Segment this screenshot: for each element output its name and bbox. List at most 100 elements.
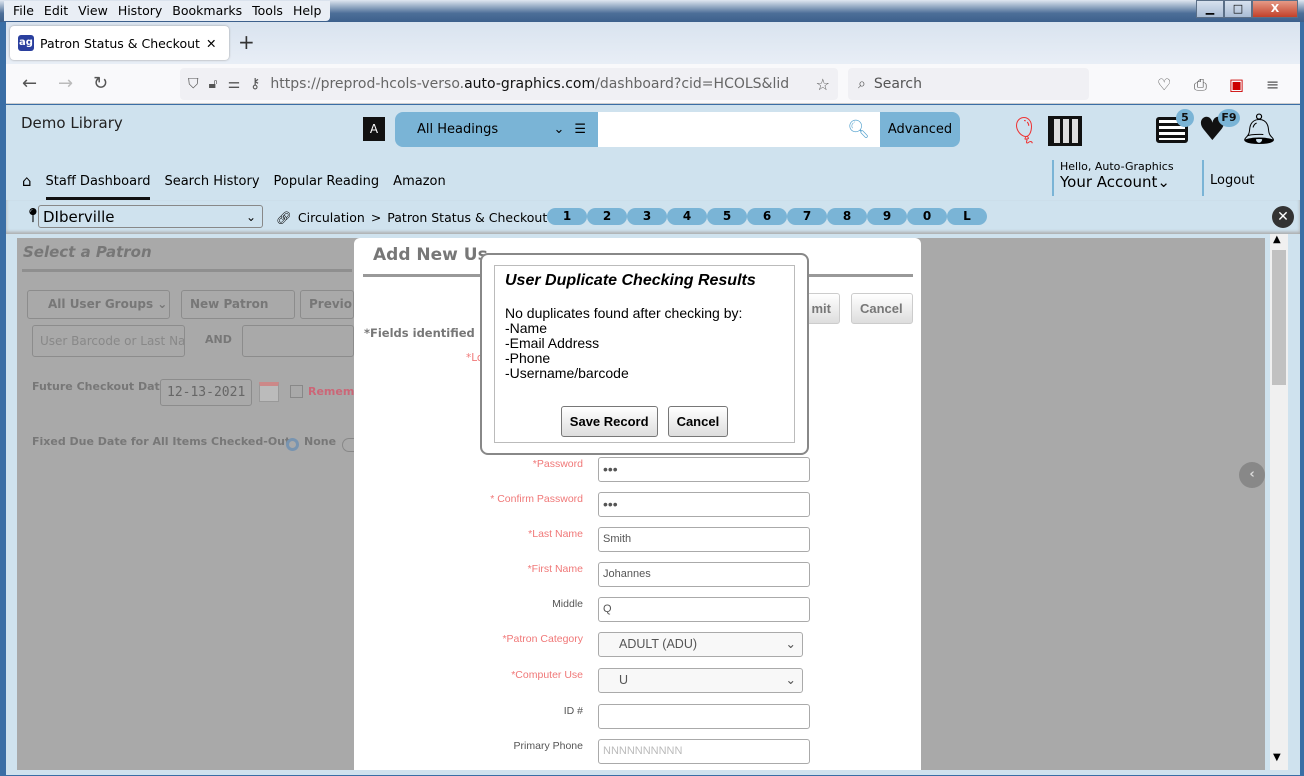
search-icon[interactable]: 🔍︎ <box>847 119 870 140</box>
print-icon[interactable]: ⎙ <box>1194 75 1207 95</box>
heading-select[interactable]: All Headings ⌄ ☰ <box>395 112 598 147</box>
database-icon[interactable]: ☰ <box>574 122 586 137</box>
window-controls: ▁ □ X <box>1196 0 1298 18</box>
radio-option[interactable] <box>342 438 354 452</box>
library-name: Demo Library <box>21 114 123 132</box>
id-input[interactable] <box>598 704 810 729</box>
quick-key[interactable]: L <box>947 208 987 225</box>
password-label: *Password <box>532 458 583 470</box>
computer-use-value: U <box>619 673 629 687</box>
logout-link[interactable]: Logout <box>1202 160 1255 196</box>
first-name-input[interactable]: Johannes <box>598 562 810 587</box>
scroll-down-icon[interactable]: ▼ <box>1273 752 1281 763</box>
last-name-input[interactable]: Smith <box>598 527 810 552</box>
new-patron-button[interactable]: New Patron <box>181 290 295 319</box>
primary-phone-input[interactable]: NNNNNNNNNN <box>598 739 810 764</box>
quick-key[interactable]: 0 <box>907 208 947 225</box>
close-window-button[interactable]: X <box>1252 0 1298 18</box>
previous-button[interactable]: Previo <box>300 290 354 319</box>
calendar-icon[interactable] <box>259 382 279 402</box>
branch-select[interactable]: DIberville ⌄ <box>38 205 263 228</box>
password-input[interactable]: ••• <box>598 457 810 482</box>
computer-use-select[interactable]: U ⌄ <box>598 668 803 693</box>
quick-key[interactable]: 2 <box>587 208 627 225</box>
advanced-search-button[interactable]: Advanced <box>880 112 960 147</box>
url-bar[interactable]: ⛉ 🔓︎ ⚌ ⚷ https://preprod-hcols-verso.aut… <box>180 68 838 100</box>
save-record-button[interactable]: Save Record <box>560 406 658 437</box>
modal-cancel-button[interactable]: Cancel <box>851 293 913 324</box>
criteria-item: -Phone <box>505 350 551 366</box>
shield-icon[interactable]: ⛉ <box>188 76 199 92</box>
translate-icon[interactable]: A <box>363 117 385 141</box>
menu-hamburger-icon[interactable]: ≡ <box>1266 75 1279 94</box>
close-tab-icon[interactable]: ✕ <box>206 36 216 51</box>
bookmark-star-icon[interactable]: ☆ <box>816 75 830 94</box>
extension-icon[interactable]: ▣ <box>1229 75 1244 94</box>
chevron-down-icon: ⌄ <box>785 673 796 687</box>
breadcrumb-circulation[interactable]: Circulation <box>298 210 365 226</box>
confirm-password-input[interactable]: ••• <box>598 492 810 517</box>
catalog-search-input[interactable]: 🔍︎ <box>598 112 880 147</box>
browser-search-input[interactable]: ⌕ Search <box>848 68 1089 100</box>
dialog-message: No duplicates found after checking by: -… <box>505 306 784 381</box>
quick-key[interactable]: 9 <box>867 208 907 225</box>
quick-key[interactable]: 1 <box>547 208 587 225</box>
quick-key[interactable]: 8 <box>827 208 867 225</box>
menu-bookmarks[interactable]: Bookmarks <box>167 1 247 21</box>
barcode-input[interactable]: User Barcode or Last Na <box>32 325 185 357</box>
catalog-search: All Headings ⌄ ☰ 🔍︎ Advanced <box>395 112 960 147</box>
collapse-panel-icon[interactable]: ‹ <box>1239 462 1265 488</box>
new-tab-button[interactable]: + <box>238 30 255 54</box>
menu-view[interactable]: View <box>73 1 113 21</box>
url-text[interactable]: https://preprod-hcols-verso.auto-graphic… <box>270 76 790 92</box>
maximize-button[interactable]: □ <box>1224 0 1252 18</box>
dialog-message-text: No duplicates found after checking by: <box>505 305 743 321</box>
middle-input[interactable]: Q <box>598 597 810 622</box>
none-radio[interactable] <box>286 438 299 451</box>
your-account-link[interactable]: Your Account <box>1060 173 1157 191</box>
breadcrumb-separator: > <box>370 210 382 225</box>
menu-help[interactable]: Help <box>288 1 327 21</box>
back-icon[interactable]: ← <box>22 73 37 94</box>
nav-staff-dashboard[interactable]: Staff Dashboard <box>45 174 151 200</box>
scroll-up-icon[interactable]: ▲ <box>1273 234 1281 245</box>
patron-category-select[interactable]: ADULT (ADU) ⌄ <box>598 632 803 657</box>
scrollbar-thumb[interactable] <box>1272 250 1286 385</box>
quick-key[interactable]: 3 <box>627 208 667 225</box>
home-icon[interactable]: ⌂ <box>22 172 32 190</box>
menu-file[interactable]: File <box>8 1 39 21</box>
quick-key[interactable]: 5 <box>707 208 747 225</box>
quick-key[interactable]: 6 <box>747 208 787 225</box>
account-menu[interactable]: Hello, Auto-Graphics Your Account⌄ <box>1052 160 1174 196</box>
forward-icon[interactable]: → <box>58 73 73 94</box>
pocket-icon[interactable]: ♡ <box>1157 75 1171 94</box>
second-search-input[interactable] <box>242 325 354 357</box>
catalog-lookup-icon[interactable] <box>1048 116 1082 146</box>
balloon-icon[interactable]: 🎈︎ <box>1008 116 1041 146</box>
browser-tab[interactable]: ag Patron Status & Checkout | HCOLS ✕ <box>10 26 229 60</box>
future-date-input[interactable]: 12-13-2021 <box>160 379 252 406</box>
computer-use-label: *Computer Use <box>511 669 583 681</box>
menu-tools[interactable]: Tools <box>247 1 288 21</box>
close-icon[interactable]: ✕ <box>1272 206 1294 228</box>
menu-history[interactable]: History <box>113 1 167 21</box>
lock-warning-icon[interactable]: 🔓︎ <box>209 76 218 92</box>
nav-amazon[interactable]: Amazon <box>393 174 446 189</box>
key-icon[interactable]: ⚷ <box>250 76 260 92</box>
user-groups-select[interactable]: All User Groups ⌄ <box>27 290 170 319</box>
nav-search-history[interactable]: Search History <box>164 174 259 189</box>
nav-popular-reading[interactable]: Popular Reading <box>274 174 380 189</box>
dialog-cancel-button[interactable]: Cancel <box>667 406 729 437</box>
main-nav: ⌂ Staff Dashboard Search History Popular… <box>22 172 446 200</box>
bell-icon[interactable]: 🔔︎ <box>1240 112 1278 147</box>
breadcrumb-current: Patron Status & Checkout <box>387 210 548 225</box>
reload-icon[interactable]: ↻ <box>93 73 108 94</box>
permissions-icon[interactable]: ⚌ <box>228 76 241 92</box>
minimize-button[interactable]: ▁ <box>1196 0 1224 18</box>
menu-edit[interactable]: Edit <box>39 1 73 21</box>
chevron-down-icon: ⌄ <box>245 209 256 224</box>
quick-key[interactable]: 4 <box>667 208 707 225</box>
remember-checkbox[interactable] <box>290 385 303 398</box>
menu-bar: File Edit View History Bookmarks Tools H… <box>4 1 331 21</box>
quick-key[interactable]: 7 <box>787 208 827 225</box>
